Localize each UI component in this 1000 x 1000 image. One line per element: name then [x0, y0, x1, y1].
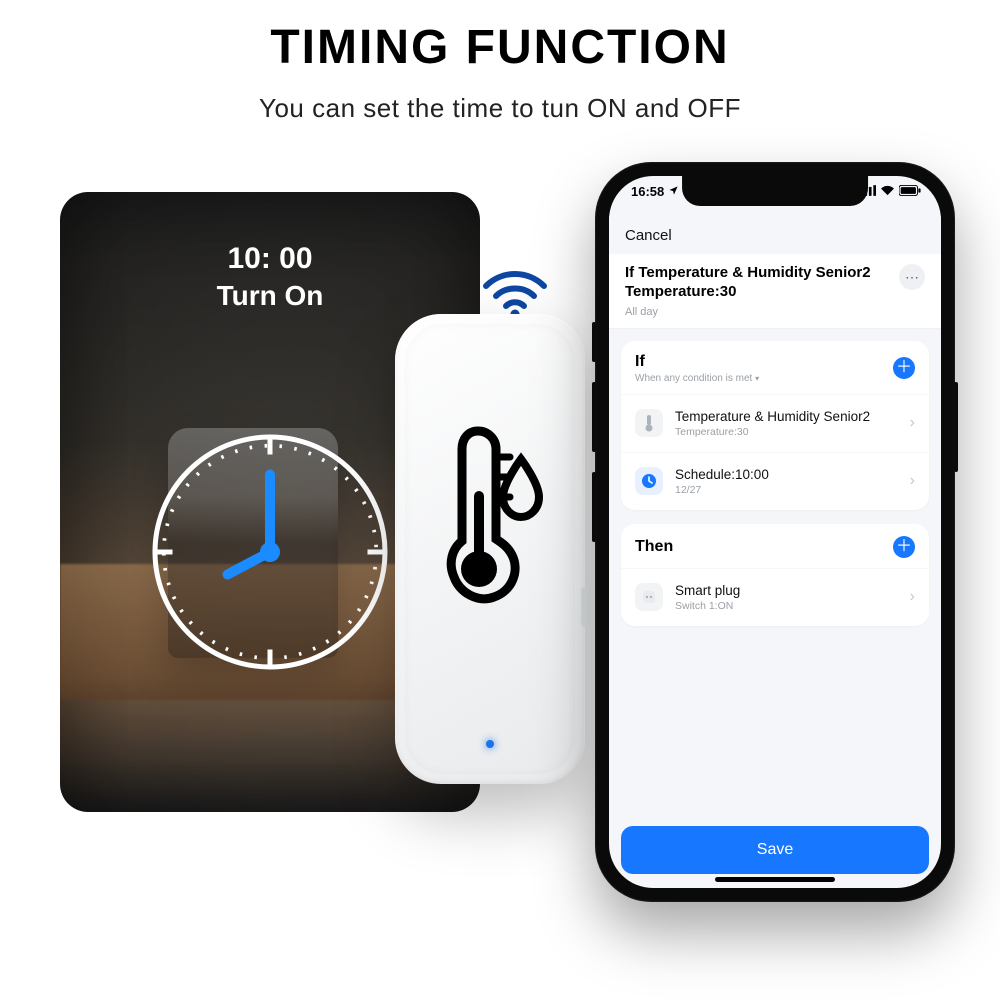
schedule-title: Schedule:10:00	[675, 467, 898, 482]
then-title: Then	[635, 538, 673, 556]
page-title: TIMING FUNCTION	[0, 20, 1000, 75]
battery-icon	[899, 184, 921, 199]
scene-caption: 10: 00 Turn On	[60, 242, 480, 312]
automation-title: If Temperature & Humidity Senior2 Temper…	[625, 264, 889, 302]
chevron-right-icon: ›	[910, 472, 915, 490]
chevron-right-icon: ›	[910, 588, 915, 606]
action-detail: Switch 1:ON	[675, 600, 898, 612]
condition-detail: Temperature:30	[675, 426, 898, 438]
location-icon	[668, 184, 679, 199]
phone-screen: 16:58	[609, 176, 941, 888]
schedule-row[interactable]: Schedule:10:00 12/27 ›	[621, 452, 929, 510]
wifi-status-icon	[880, 184, 895, 199]
status-time: 16:58	[631, 184, 664, 199]
save-button[interactable]: Save	[621, 826, 929, 874]
then-section: Then ＋ Smart plug Switch 1:ON	[621, 524, 929, 626]
add-action-button[interactable]: ＋	[893, 536, 915, 558]
action-title: Smart plug	[675, 583, 898, 598]
chevron-right-icon: ›	[910, 414, 915, 432]
stage: 10: 00 Turn On	[0, 154, 1000, 954]
sensor-notch	[581, 587, 591, 627]
sensor-led	[486, 740, 494, 748]
scene-action: Turn On	[60, 280, 480, 312]
schedule-detail: 12/27	[675, 484, 898, 496]
scene-time: 10: 00	[60, 242, 480, 276]
home-indicator[interactable]	[715, 877, 835, 882]
cancel-button[interactable]: Cancel	[625, 227, 672, 244]
if-title: If	[635, 353, 759, 371]
phone-notch	[682, 176, 868, 206]
condition-row[interactable]: Temperature & Humidity Senior2 Temperatu…	[621, 394, 929, 452]
phone-mockup: 16:58	[595, 162, 955, 902]
wifi-icon	[480, 264, 550, 320]
automation-subtitle: All day	[625, 306, 889, 318]
more-button[interactable]: ⋯	[899, 264, 925, 290]
automation-header: If Temperature & Humidity Senior2 Temper…	[609, 254, 941, 329]
sensor-icon	[635, 409, 663, 437]
if-condition-label[interactable]: When any condition is met	[635, 373, 752, 384]
automation-app: Cancel If Temperature & Humidity Senior2…	[609, 216, 941, 888]
add-condition-button[interactable]: ＋	[893, 357, 915, 379]
page-subtitle: You can set the time to tun ON and OFF	[0, 93, 1000, 124]
nav-bar: Cancel	[609, 216, 941, 254]
sensor-device	[395, 314, 585, 784]
condition-title: Temperature & Humidity Senior2	[675, 409, 898, 424]
clock-icon	[635, 467, 663, 495]
marketing-header: TIMING FUNCTION You can set the time to …	[0, 0, 1000, 124]
if-section: If When any condition is met ▾ ＋ Tempe	[621, 341, 929, 510]
app-content: If When any condition is met ▾ ＋ Tempe	[609, 329, 941, 823]
clock-illustration	[145, 427, 395, 677]
action-row[interactable]: Smart plug Switch 1:ON ›	[621, 568, 929, 626]
thermometer-humidity-icon	[425, 421, 555, 621]
plug-icon	[635, 583, 663, 611]
